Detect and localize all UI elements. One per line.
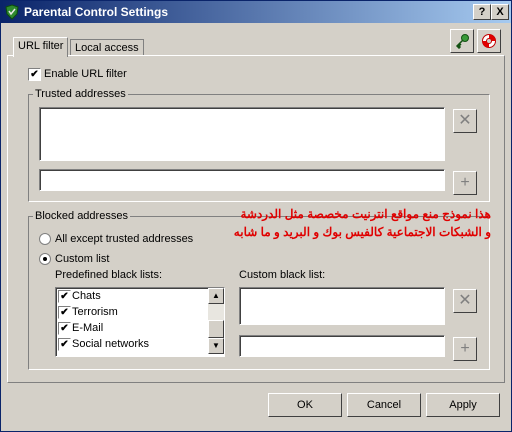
social-networks-checkbox[interactable]: ✔ <box>58 338 71 351</box>
trusted-addresses-title: Trusted addresses <box>33 88 128 100</box>
predefined-lists-label: Predefined black lists: <box>55 269 162 281</box>
close-x-icon: ✕ <box>458 112 472 129</box>
help-button[interactable]: ? <box>473 4 491 20</box>
predefined-scrollbar[interactable]: ▲ ▼ <box>208 288 224 354</box>
tab-local-access[interactable]: Local access <box>70 39 144 56</box>
list-item-label: Chats <box>72 290 101 302</box>
enable-url-filter-label: Enable URL filter <box>44 68 127 80</box>
lifebuoy-button[interactable] <box>477 29 501 53</box>
predefined-lists-box[interactable]: ✔ Chats ✔ Terrorism ✔ E-Mail ✔ Social ne… <box>55 287 225 357</box>
custom-list-label: Custom list <box>55 253 110 265</box>
dialog-window: Parental Control Settings ? X URL filter… <box>0 0 512 432</box>
cancel-button[interactable]: Cancel <box>347 393 421 417</box>
custom-blocked-input[interactable] <box>239 335 445 357</box>
trusted-addresses-list[interactable] <box>39 107 445 161</box>
title-bar[interactable]: Parental Control Settings ? X <box>1 1 511 23</box>
shield-app-icon <box>5 4 19 20</box>
trusted-address-input[interactable] <box>39 169 445 191</box>
list-item-label: Terrorism <box>72 306 118 318</box>
annotation-line-2: و الشبكات الاجتماعية كالفيس بوك و البريد… <box>233 225 491 239</box>
plus-icon: + <box>460 174 470 191</box>
lifebuoy-icon <box>482 34 496 48</box>
key-button[interactable] <box>450 29 474 53</box>
scroll-down-icon[interactable]: ▼ <box>208 338 224 354</box>
custom-black-list-label: Custom black list: <box>239 269 326 281</box>
all-except-trusted-radio[interactable] <box>39 233 51 245</box>
list-item-label: Social networks <box>72 338 150 350</box>
apply-button[interactable]: Apply <box>426 393 500 417</box>
close-button[interactable]: X <box>491 4 509 20</box>
add-trusted-button[interactable]: + <box>453 171 477 195</box>
blocked-addresses-title: Blocked addresses <box>33 210 130 222</box>
scroll-thumb[interactable] <box>208 320 224 338</box>
add-blocked-button[interactable]: + <box>453 337 477 361</box>
close-x-icon: ✕ <box>458 292 472 309</box>
tab-url-filter[interactable]: URL filter <box>13 37 69 57</box>
blocked-addresses-group: Blocked addresses All except trusted add… <box>28 210 490 370</box>
email-checkbox[interactable]: ✔ <box>58 322 71 335</box>
trusted-addresses-group: Trusted addresses ✕ + <box>28 88 490 202</box>
chats-checkbox[interactable]: ✔ <box>58 290 71 303</box>
remove-trusted-button[interactable]: ✕ <box>453 109 477 133</box>
custom-list-radio[interactable] <box>39 253 51 265</box>
scroll-up-icon[interactable]: ▲ <box>208 288 224 304</box>
plus-icon: + <box>460 340 470 357</box>
enable-url-filter-checkbox[interactable]: ✔ <box>28 68 41 81</box>
window-title: Parental Control Settings <box>24 5 169 19</box>
custom-black-list-box[interactable] <box>239 287 445 325</box>
ok-button[interactable]: OK <box>268 393 342 417</box>
list-item-label: E-Mail <box>72 322 104 334</box>
all-except-trusted-label: All except trusted addresses <box>55 233 194 245</box>
terrorism-checkbox[interactable]: ✔ <box>58 306 71 319</box>
remove-blocked-button[interactable]: ✕ <box>453 289 477 313</box>
annotation-line-1: هذا نموذج منع مواقع انترنيت مخصصة مثل ال… <box>240 207 491 221</box>
key-icon <box>455 34 469 50</box>
